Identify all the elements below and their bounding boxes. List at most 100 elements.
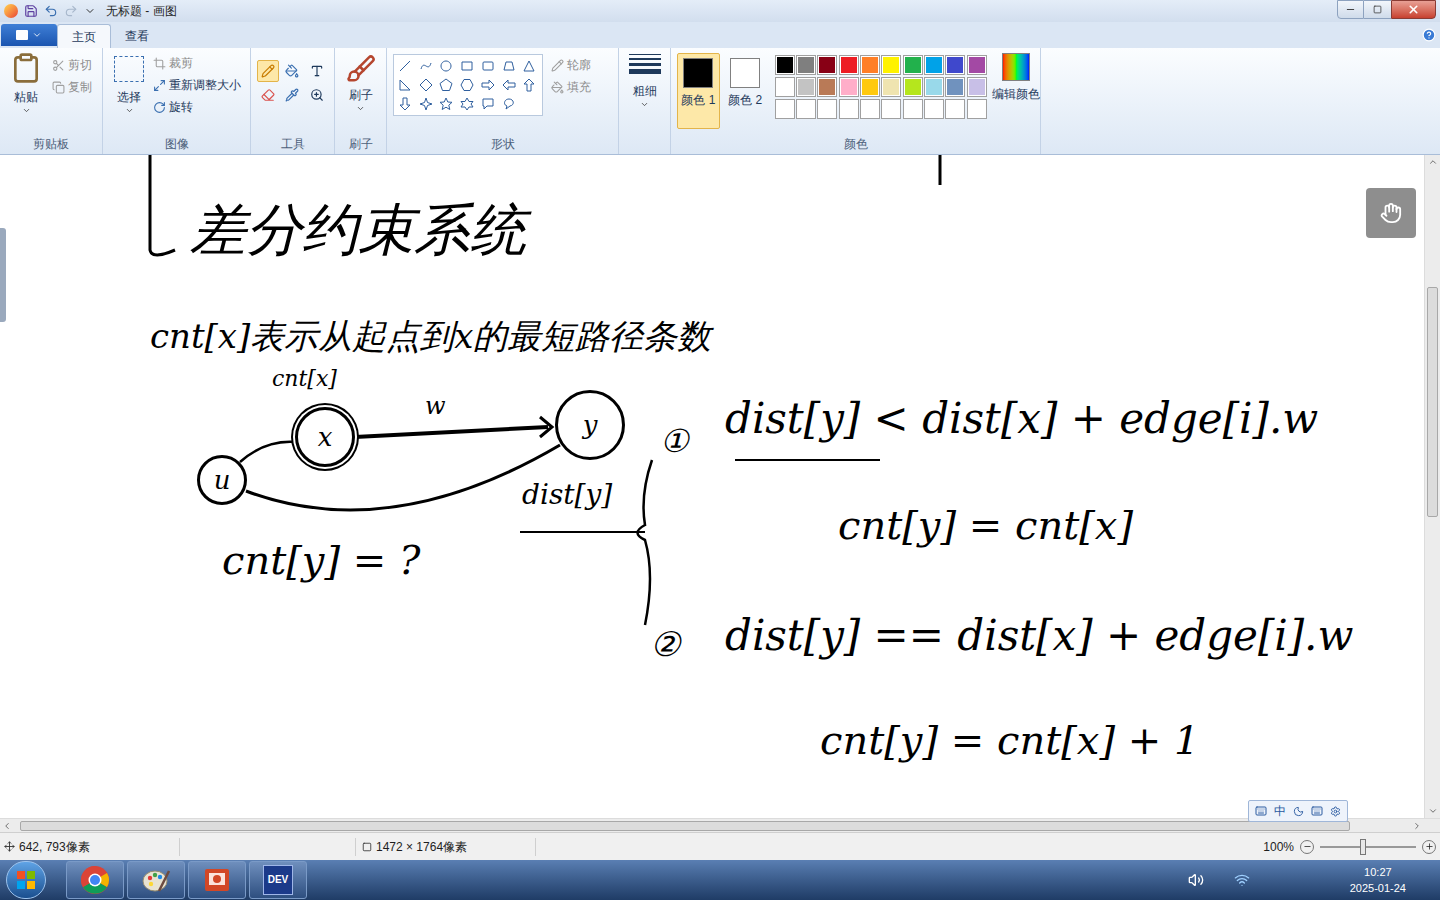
side-handle[interactable] xyxy=(0,228,6,322)
ribbon-item[interactable]: 重新调整大小 xyxy=(153,74,241,96)
shape-icon[interactable] xyxy=(479,57,497,75)
shape-icon[interactable] xyxy=(500,95,518,113)
palette-color[interactable] xyxy=(817,55,837,75)
restore-button[interactable] xyxy=(1364,0,1391,19)
ribbon-item[interactable]: 旋转 xyxy=(153,96,241,118)
palette-color[interactable] xyxy=(860,55,880,75)
ribbon-item[interactable]: 填充 xyxy=(551,76,591,98)
shape-icon[interactable] xyxy=(437,95,455,113)
customize-icon[interactable] xyxy=(84,5,96,17)
canvas[interactable]: uxy差分约束系统cnt[x]表示从起点到x的最短路径条数cnt[x]wdist… xyxy=(0,155,1424,818)
palette-color[interactable] xyxy=(881,77,901,97)
edit-colors-button[interactable]: 编辑颜色 xyxy=(992,53,1040,136)
settings-icon[interactable] xyxy=(1330,806,1341,817)
shape-icon[interactable] xyxy=(500,76,518,94)
palette-color[interactable] xyxy=(903,99,923,119)
color-slot[interactable]: 颜色 1 xyxy=(677,53,720,129)
ribbon-item[interactable]: 剪切 xyxy=(52,54,92,76)
shape-icon[interactable] xyxy=(396,95,414,113)
palette-color[interactable] xyxy=(775,55,795,75)
palette-color[interactable] xyxy=(796,55,816,75)
speaker-icon[interactable] xyxy=(1188,872,1204,888)
ime-logo-icon[interactable] xyxy=(1255,805,1267,817)
palette-color[interactable] xyxy=(839,99,859,119)
shape-icon[interactable] xyxy=(479,95,497,113)
shape-icon[interactable] xyxy=(437,57,455,75)
vertical-scrollbar[interactable] xyxy=(1424,155,1440,818)
zoom-out-button[interactable] xyxy=(1300,840,1314,854)
fill-tool[interactable] xyxy=(281,60,303,82)
palette-color[interactable] xyxy=(839,77,859,97)
palette-color[interactable] xyxy=(945,99,965,119)
paste-button[interactable]: 粘贴 xyxy=(6,52,46,136)
ribbon-tab[interactable]: 查看 xyxy=(111,24,163,48)
redo-icon[interactable] xyxy=(64,4,78,18)
shape-icon[interactable] xyxy=(417,95,435,113)
shape-icon[interactable] xyxy=(458,95,476,113)
clock[interactable]: 10:272025-01-24 xyxy=(1350,864,1406,896)
shape-icon[interactable] xyxy=(520,57,538,75)
shape-icon[interactable] xyxy=(417,76,435,94)
palette-color[interactable] xyxy=(796,99,816,119)
shape-icon[interactable] xyxy=(458,57,476,75)
select-button[interactable]: 选择 xyxy=(109,52,149,136)
palette-color[interactable] xyxy=(967,99,987,119)
palette-color[interactable] xyxy=(839,55,859,75)
palette-color[interactable] xyxy=(860,77,880,97)
horizontal-scrollbar[interactable] xyxy=(0,818,1440,832)
palette-color[interactable] xyxy=(817,99,837,119)
palette-color[interactable] xyxy=(860,99,880,119)
undo-icon[interactable] xyxy=(44,4,58,18)
palette-color[interactable] xyxy=(945,55,965,75)
ribbon-item[interactable]: 轮廓 xyxy=(551,54,591,76)
picker-tool[interactable] xyxy=(281,84,303,106)
shape-icon[interactable] xyxy=(458,76,476,94)
shape-icon[interactable] xyxy=(500,57,518,75)
palette-color[interactable] xyxy=(881,55,901,75)
network-icon[interactable] xyxy=(1234,872,1250,888)
color-slot[interactable]: 颜色 2 xyxy=(724,53,767,129)
close-button[interactable] xyxy=(1391,0,1436,19)
punctuation-icon[interactable] xyxy=(1293,806,1304,817)
taskbar-app[interactable] xyxy=(66,861,124,899)
palette-color[interactable] xyxy=(881,99,901,119)
minimize-button[interactable] xyxy=(1337,0,1364,19)
zoom-in-button[interactable] xyxy=(1422,840,1436,854)
scroll-thumb[interactable] xyxy=(20,821,1350,831)
palette-color[interactable] xyxy=(775,77,795,97)
pencil-tool[interactable] xyxy=(257,60,279,82)
ribbon-tab[interactable]: 主页 xyxy=(57,24,111,48)
ime-mode[interactable]: 中 xyxy=(1274,805,1286,817)
palette-color[interactable] xyxy=(967,77,987,97)
palette-color[interactable] xyxy=(945,77,965,97)
floating-tool-button[interactable] xyxy=(1366,188,1416,238)
palette-color[interactable] xyxy=(796,77,816,97)
ribbon-item[interactable]: 裁剪 xyxy=(153,52,241,74)
soft-keyboard-icon[interactable] xyxy=(1311,805,1323,817)
palette-color[interactable] xyxy=(967,55,987,75)
zoom-tool[interactable] xyxy=(306,84,328,106)
size-button[interactable]: 粗细 xyxy=(619,48,671,154)
palette-color[interactable] xyxy=(817,77,837,97)
shape-icon[interactable] xyxy=(396,76,414,94)
start-button[interactable] xyxy=(6,861,46,899)
palette-color[interactable] xyxy=(903,77,923,97)
taskbar-app[interactable] xyxy=(188,861,246,899)
palette-color[interactable] xyxy=(924,99,944,119)
brush-button[interactable]: 刷子 xyxy=(335,48,386,136)
save-icon[interactable] xyxy=(24,4,38,18)
palette-color[interactable] xyxy=(903,55,923,75)
palette-color[interactable] xyxy=(924,77,944,97)
shape-icon[interactable] xyxy=(437,76,455,94)
help-icon[interactable] xyxy=(1422,28,1436,42)
zoom-slider[interactable] xyxy=(1320,846,1416,848)
text-tool[interactable] xyxy=(306,60,328,82)
shape-icon[interactable] xyxy=(396,57,414,75)
file-menu-button[interactable] xyxy=(1,24,57,46)
eraser-tool[interactable] xyxy=(257,84,279,106)
scroll-thumb[interactable] xyxy=(1427,287,1438,517)
shape-icon[interactable] xyxy=(479,76,497,94)
taskbar-app[interactable] xyxy=(127,861,185,899)
palette-color[interactable] xyxy=(775,99,795,119)
shape-icon[interactable] xyxy=(417,57,435,75)
